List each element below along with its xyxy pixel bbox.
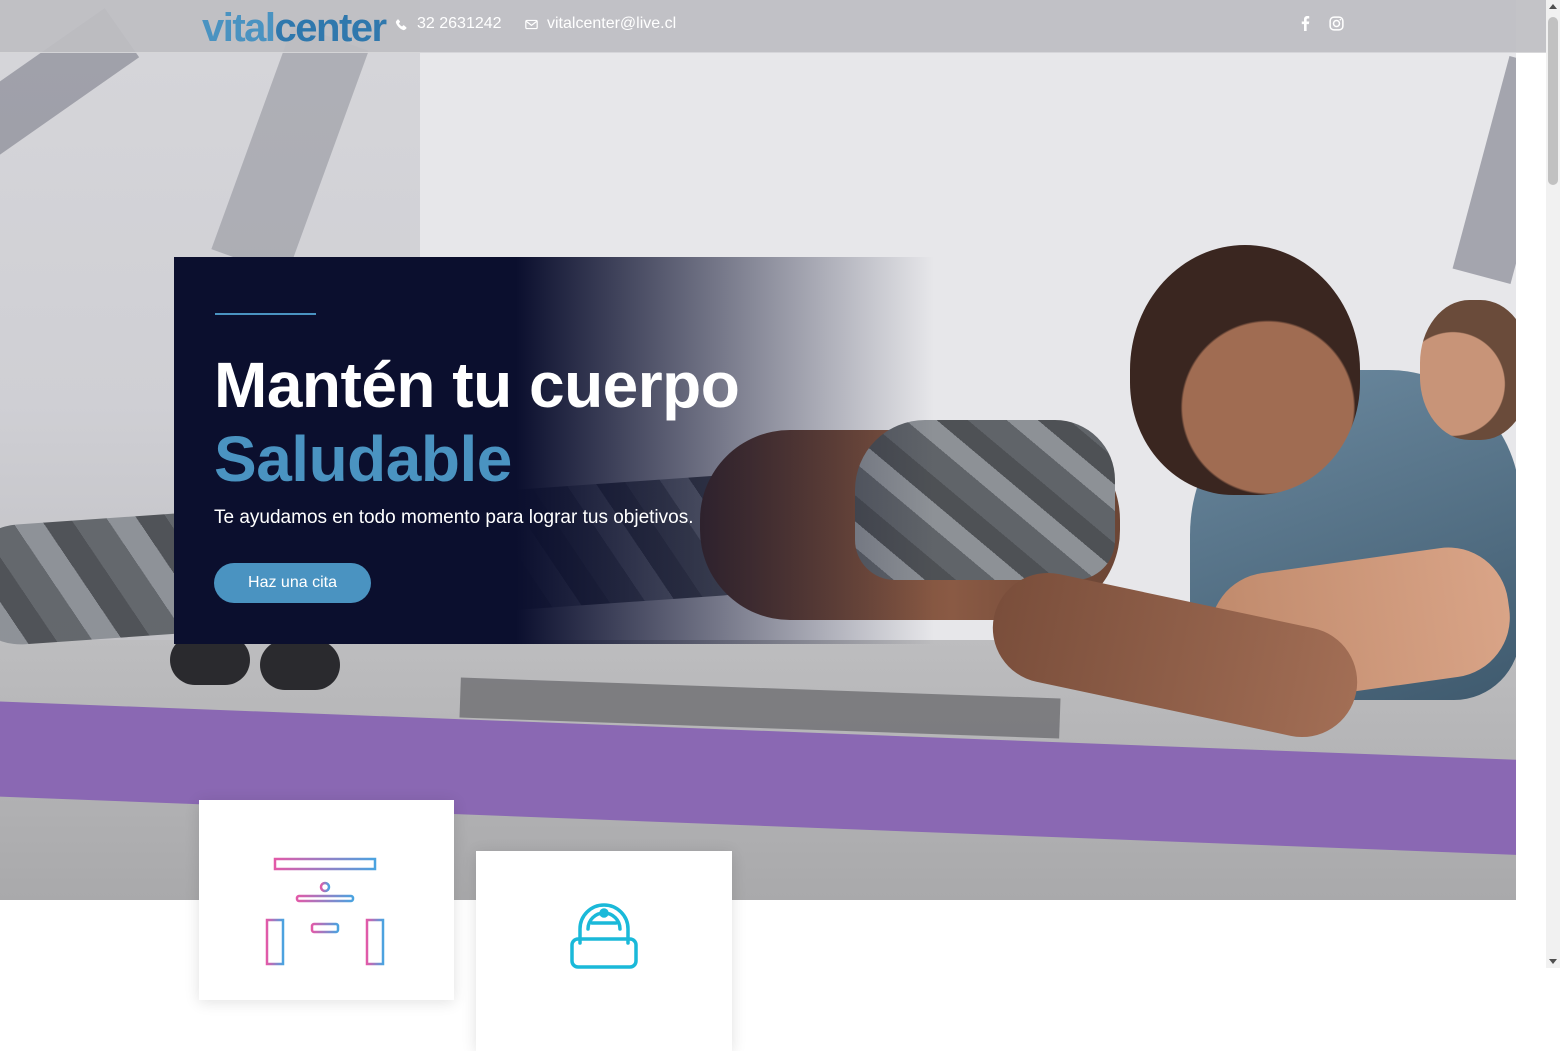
service-card[interactable]	[476, 851, 732, 1051]
gym-machine-icon	[263, 857, 387, 968]
email-address: vitalcenter@live.cl	[547, 15, 677, 32]
instagram-icon	[1328, 15, 1344, 31]
logo-text-center: center	[274, 6, 388, 50]
instagram-link[interactable]	[1326, 13, 1346, 33]
phone-number: 32 2631242	[417, 15, 502, 32]
phone-contact[interactable]: 32 2631242	[395, 13, 502, 35]
scroll-up-arrow[interactable]	[1549, 4, 1557, 9]
hero-title: Mantén tu cuerpo	[214, 349, 740, 421]
page-scrollbar[interactable]	[1546, 0, 1560, 968]
accent-rule	[215, 313, 316, 315]
scroll-down-arrow[interactable]	[1549, 959, 1557, 964]
man-head	[1420, 300, 1516, 440]
shoe	[260, 640, 340, 690]
email-contact[interactable]: vitalcenter@live.cl	[525, 13, 676, 35]
top-bar: vitalcenter 32 2631242 vitalcenter@live.…	[0, 0, 1546, 53]
scrollbar-thumb[interactable]	[1548, 17, 1558, 185]
facebook-icon	[1301, 15, 1309, 31]
site-logo[interactable]: vitalcenter	[202, 6, 388, 50]
phone-icon	[395, 18, 407, 30]
envelope-icon	[525, 19, 538, 29]
woman-head	[1130, 245, 1360, 495]
hero-title-accent: Saludable	[214, 423, 512, 495]
hero-subtitle: Te ayudamos en todo momento para lograr …	[214, 507, 694, 528]
wall-beam	[211, 23, 369, 277]
book-appointment-button[interactable]: Haz una cita	[214, 563, 371, 603]
hero-card: Mantén tu cuerpo Saludable Te ayudamos e…	[174, 257, 934, 644]
robot-icon	[570, 903, 638, 969]
logo-text-vital: vital	[202, 6, 276, 50]
service-card[interactable]	[199, 800, 454, 1000]
facebook-link[interactable]	[1295, 13, 1315, 33]
